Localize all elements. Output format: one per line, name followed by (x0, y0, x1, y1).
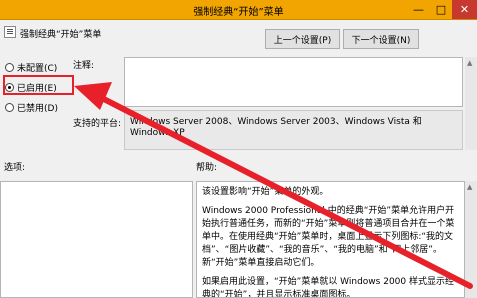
maximize-button[interactable]: □ (430, 0, 452, 19)
scroll-up-icon[interactable]: ▲ (467, 59, 472, 67)
radio-label-not-configured: 未配置(C) (17, 64, 58, 74)
help-scrollbar[interactable] (465, 181, 477, 298)
comment-scrollbar[interactable] (465, 57, 477, 150)
options-label: 选项: (4, 163, 26, 173)
previous-setting-button[interactable]: 上一个设置(P) (265, 29, 340, 49)
platform-label: 支持的平台: (73, 119, 122, 129)
radio-dot-not-configured (5, 63, 14, 72)
radio-dot-disabled (5, 103, 14, 112)
radio-not-configured[interactable]: 未配置(C) (5, 61, 57, 74)
help-paragraph-3: 如果启用此设置，“开始”菜单就以 Windows 2000 样式显示经典的“开始… (202, 277, 454, 298)
help-scroll-up-icon[interactable]: ▲ (467, 183, 472, 191)
minimize-button[interactable]: — (407, 0, 430, 19)
close-button[interactable]: ✕ (452, 0, 477, 19)
policy-name: 强制经典“开始”菜单 (20, 30, 102, 40)
options-panel (0, 181, 193, 298)
comment-textarea[interactable] (124, 57, 463, 107)
help-panel: 该设置影响“开始”菜单的外观。 Windows 2000 Professiona… (196, 181, 465, 298)
comment-label: 注释: (73, 61, 95, 71)
policy-icon (4, 26, 16, 38)
window-title: 强制经典“开始”菜单 (193, 7, 284, 18)
title-bar: 强制经典“开始”菜单 — □ ✕ (0, 0, 477, 20)
help-paragraph-1: 该设置影响“开始”菜单的外观。 (202, 187, 329, 197)
help-label: 帮助: (196, 163, 218, 173)
help-paragraph-2: Windows 2000 Professional 中的经典“开始”菜单允许用户… (202, 206, 455, 268)
platform-textbox: Windows Server 2008、Windows Server 2003、… (124, 110, 463, 150)
next-setting-button[interactable]: 下一个设置(N) (343, 29, 419, 49)
radio-label-disabled: 已禁用(D) (17, 104, 58, 114)
radio-disabled[interactable]: 已禁用(D) (5, 101, 58, 114)
annotation-highlight-box (3, 75, 74, 95)
